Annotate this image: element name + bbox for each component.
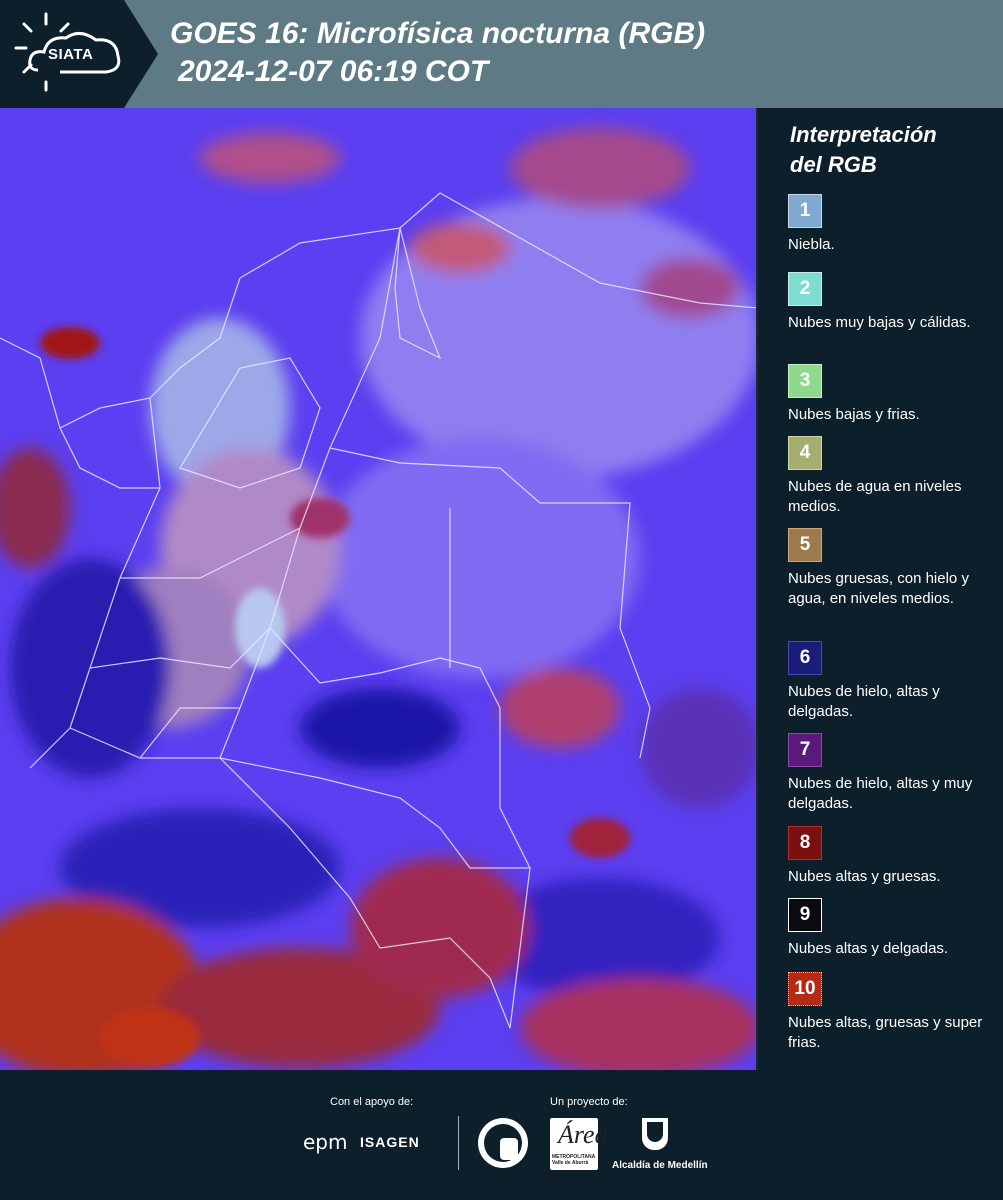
legend-label-5: Nubes gruesas, con hielo y agua, en nive… — [788, 570, 969, 607]
footer-sponsors: Con el apoyo de: Un proyecto de: epm ISA… — [0, 1070, 1003, 1200]
legend-label-10: Nubes altas, gruesas y super frias. — [788, 1014, 983, 1051]
legend-item-4: 4 Nubes de agua en niveles medios. — [788, 436, 993, 517]
legend-title: Interpretación del RGB — [790, 120, 990, 180]
support-label: Con el apoyo de: — [330, 1096, 414, 1108]
footer-divider — [458, 1116, 459, 1170]
legend-item-9: 9 Nubes altas y delgadas. — [788, 898, 993, 959]
legend-swatch-9: 9 — [788, 898, 822, 932]
legend-label-2: Nubes muy bajas y cálidas. — [788, 314, 971, 331]
legend-swatch-3: 3 — [788, 364, 822, 398]
legend-swatch-6: 6 — [788, 641, 822, 675]
legend-label-9: Nubes altas y delgadas. — [788, 940, 949, 957]
area-metropolitana-logo: Área METROPOLITANA Valle de Aburrá — [550, 1118, 608, 1170]
legend-swatch-5: 5 — [788, 528, 822, 562]
legend-item-8: 8 Nubes altas y gruesas. — [788, 826, 993, 887]
legend-swatch-8: 8 — [788, 826, 822, 860]
legend-swatch-7: 7 — [788, 733, 822, 767]
university-seal-icon — [478, 1118, 528, 1168]
legend-label-6: Nubes de hielo, altas y delgadas. — [788, 683, 940, 720]
legend-item-1: 1 Niebla. — [788, 194, 993, 255]
legend-item-5: 5 Nubes gruesas, con hielo y agua, en ni… — [788, 528, 993, 609]
legend-swatch-10: 10 — [788, 972, 822, 1006]
siata-logo-text: SIATA — [48, 46, 94, 63]
legend-label-4: Nubes de agua en niveles medios. — [788, 478, 962, 515]
page-subtitle-datetime: 2024-12-07 06:19 COT — [178, 55, 489, 88]
page-title: GOES 16: Microfísica nocturna (RGB) — [170, 17, 706, 50]
siata-logo: SIATA — [0, 0, 158, 108]
medellin-label: Alcaldía de Medellín — [612, 1160, 708, 1171]
legend-title-line1: Interpretación — [790, 122, 937, 147]
medellin-shield-icon — [642, 1118, 668, 1150]
epm-logo: epm — [303, 1130, 348, 1154]
isagen-logo: ISAGEN — [360, 1134, 420, 1150]
legend-label-8: Nubes altas y gruesas. — [788, 868, 941, 885]
legend-item-10: 10 Nubes altas, gruesas y super frias. — [788, 972, 993, 1053]
legend-item-2: 2 Nubes muy bajas y cálidas. — [788, 272, 993, 333]
rgb-legend-panel: Interpretación del RGB 1 Niebla. 2 Nubes… — [760, 108, 1003, 1070]
legend-swatch-1: 1 — [788, 194, 822, 228]
legend-item-6: 6 Nubes de hielo, altas y delgadas. — [788, 641, 993, 722]
legend-swatch-2: 2 — [788, 272, 822, 306]
header-bar: SIATA GOES 16: Microfísica nocturna (RGB… — [0, 0, 1003, 108]
alcaldia-medellin-logo: Alcaldía de Medellín — [612, 1118, 708, 1178]
legend-swatch-4: 4 — [788, 436, 822, 470]
legend-item-3: 3 Nubes bajas y frias. — [788, 364, 993, 425]
legend-label-7: Nubes de hielo, altas y muy delgadas. — [788, 775, 973, 812]
legend-title-line2: del RGB — [790, 152, 877, 177]
satellite-rgb-image — [0, 108, 758, 1070]
legend-item-7: 7 Nubes de hielo, altas y muy delgadas. — [788, 733, 993, 814]
legend-label-3: Nubes bajas y frias. — [788, 406, 920, 423]
project-label: Un proyecto de: — [550, 1096, 628, 1108]
legend-label-1: Niebla. — [788, 236, 835, 253]
